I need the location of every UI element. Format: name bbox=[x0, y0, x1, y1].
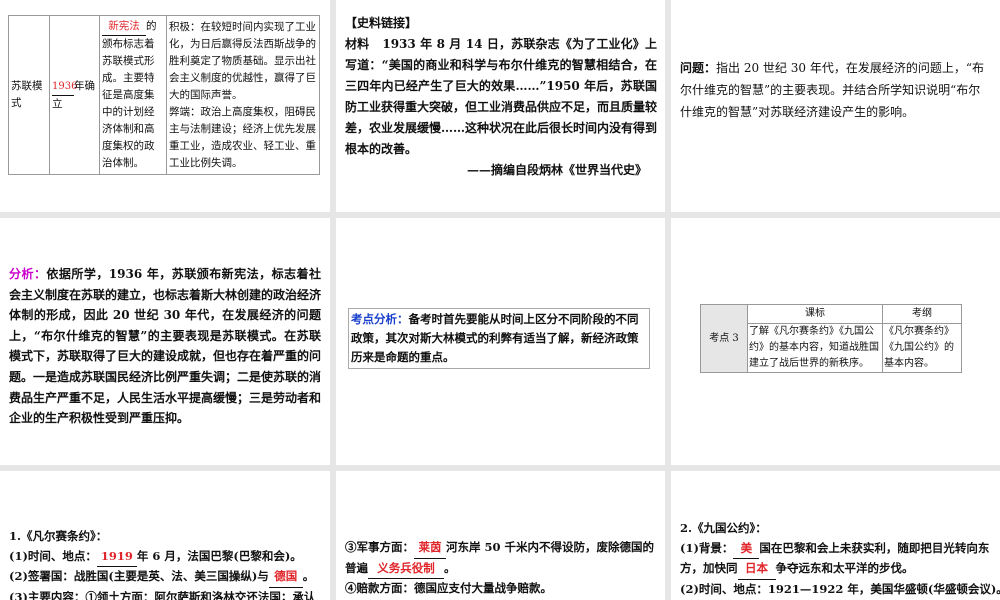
standard-header: 课标 bbox=[747, 304, 883, 324]
outline-header: 考纲 bbox=[882, 304, 962, 324]
slide-9: 2.《九国公约》： (1)背景：美国在巴黎和会上未获实利，随即把目光转向东方，加… bbox=[671, 471, 1000, 600]
japan-fill: 日本 bbox=[737, 559, 776, 580]
question-label: 问题： bbox=[680, 61, 717, 75]
exam-point-table: 考点 3 课标 考纲 了解《凡尔赛条约》《九国公约》的基本内容，知道战胜国建立了… bbox=[700, 304, 962, 373]
text: 。 bbox=[444, 560, 456, 575]
text: 争夺远东和太平洋的步伐。 bbox=[775, 561, 914, 575]
positive-text: 积极：在较短时间内实现了工业化，为日后赢得反法西斯战争的胜利奠定了物质基础。显示… bbox=[169, 20, 316, 101]
year-fill: 1919 bbox=[96, 547, 137, 567]
question-body: 指出 20 世纪 30 年代，在发展经济的问题上，“布尔什维克的智慧”的主要表现… bbox=[680, 61, 984, 119]
exam-analysis-box: 考点分析：备考时首先要能从时间上区分不同阶段的不同政策，其次对斯大林模式的利弊有… bbox=[348, 308, 650, 369]
soviet-model-table: 苏联模式 1936年确立 新宪法 的颁布标志着苏联模式形成。主要特征是高度集中的计… bbox=[8, 15, 320, 175]
versailles-time: (1)时间、地点： 1919 年 6 月，法国巴黎(巴黎和会)。 bbox=[9, 547, 329, 567]
outline-cell: 《凡尔赛条约》《九国公约》的基本内容。 bbox=[882, 323, 962, 373]
versailles-content: (3)主要内容：①领土方面：阿尔萨斯和洛林交还法国；承认 bbox=[9, 589, 316, 600]
established-cell: 1936年确立 bbox=[49, 15, 100, 175]
year-fill: 1936 bbox=[52, 78, 77, 96]
material-source: ——摘编自段炳林《世界当代史》 bbox=[466, 163, 647, 177]
germany-fill: 德国 bbox=[268, 567, 303, 588]
label: ③军事方面： bbox=[345, 540, 414, 554]
nine-power-time: (2)时间、地点：1921—1922 年，美国华盛顿(华盛顿会议)。 bbox=[680, 581, 1000, 596]
slide-8: ③军事方面： 莱茵 河东岸 50 千米内不得设防，废除德国的普遍 义务兵役制。 ④赔款… bbox=[336, 471, 665, 600]
usa-fill: 美 bbox=[733, 539, 760, 559]
nine-power-background: (1)背景：美国在巴黎和会上未获实利，随即把目光转向东方，加快同 日本 争夺远东和太… bbox=[680, 539, 992, 580]
constitution-fill: 新宪法 bbox=[102, 18, 146, 36]
slide-6: 考点 3 课标 考纲 了解《凡尔赛条约》《九国公约》的基本内容，知道战胜国建立了… bbox=[671, 218, 1000, 465]
analysis-label: 分析： bbox=[9, 267, 47, 281]
features-text: 的颁布标志着苏联模式形成。主要特征是高度集中的计划经济体制和高度集权的政治体制。 bbox=[102, 20, 157, 169]
slide-2: 【史料链接】 材料 1933 年 8 月 14 日，苏联杂志《为了工业化》上写道… bbox=[336, 0, 665, 212]
evaluation-cell: 积极：在较短时间内实现了工业化，为日后赢得反法西斯战争的胜利奠定了物质基础。显示… bbox=[166, 15, 320, 175]
label: (1)背景： bbox=[680, 540, 734, 555]
label: (1)时间、地点： bbox=[9, 548, 97, 563]
rhine-fill: 莱茵 bbox=[414, 538, 446, 559]
section-heading: 【史料链接】 bbox=[345, 16, 418, 30]
standard-cell: 了解《凡尔赛条约》《九国公约》的基本内容，知道战胜国建立了战后世界的新秩序。 bbox=[747, 323, 883, 373]
conscription-fill: 义务兵役制 bbox=[368, 559, 444, 579]
features-cell: 新宪法 的颁布标志着苏联模式形成。主要特征是高度集中的计划经济体制和高度集权的政治… bbox=[99, 15, 167, 175]
military-clause: ③军事方面： 莱茵 河东岸 50 千米内不得设防，废除德国的普遍 义务兵役制。 bbox=[345, 538, 657, 579]
analysis-body: 依据所学，1936 年，苏联颁布新宪法，标志着社会主义制度在苏联的建立，也标志着… bbox=[9, 267, 322, 426]
reparations-clause: ④赔款方面：德国应支付大量战争赔款。 bbox=[345, 581, 552, 595]
material-label: 材料 bbox=[345, 37, 370, 51]
versailles-signatories: (2)签署国：战胜国(主要是英、法、美三国操纵)与 德国。 bbox=[9, 567, 329, 588]
text: 。 bbox=[302, 569, 315, 583]
nine-power-title: 2.《九国公约》： bbox=[680, 521, 767, 535]
model-name-cell: 苏联模式 bbox=[8, 15, 50, 175]
text: 年 6 月，法国巴黎(巴黎和会)。 bbox=[136, 548, 302, 563]
label: (2)签署国：战胜国(主要是英、法、美三国操纵)与 bbox=[9, 569, 269, 583]
negative-text: 弊端：政治上高度集权，阻碍民主与法制建设；经济上优先发展重工业，造成农业、轻工业… bbox=[169, 105, 316, 169]
versailles-title: 1.《凡尔赛条约》： bbox=[9, 529, 108, 543]
slide-5: 考点分析：备考时首先要能从时间上区分不同阶段的不同政策，其次对斯大林模式的利弊有… bbox=[336, 218, 665, 465]
exam-analysis-label: 考点分析： bbox=[351, 312, 409, 326]
slide-1: 苏联模式 1936年确立 新宪法 的颁布标志着苏联模式形成。主要特征是高度集中的计… bbox=[0, 0, 330, 212]
slide-4: 分析：依据所学，1936 年，苏联颁布新宪法，标志着社会主义制度在苏联的建立，也… bbox=[0, 218, 330, 465]
material-body: 1933 年 8 月 14 日，苏联杂志《为了工业化》上写道：“美国的商业和科学… bbox=[345, 37, 658, 156]
slide-7: 1.《凡尔赛条约》： (1)时间、地点： 1919 年 6 月，法国巴黎(巴黎和会)… bbox=[0, 471, 330, 600]
exam-point-label: 考点 3 bbox=[700, 304, 748, 373]
slide-3: 问题：指出 20 世纪 30 年代，在发展经济的问题上，“布尔什维克的智慧”的主… bbox=[671, 0, 1000, 212]
